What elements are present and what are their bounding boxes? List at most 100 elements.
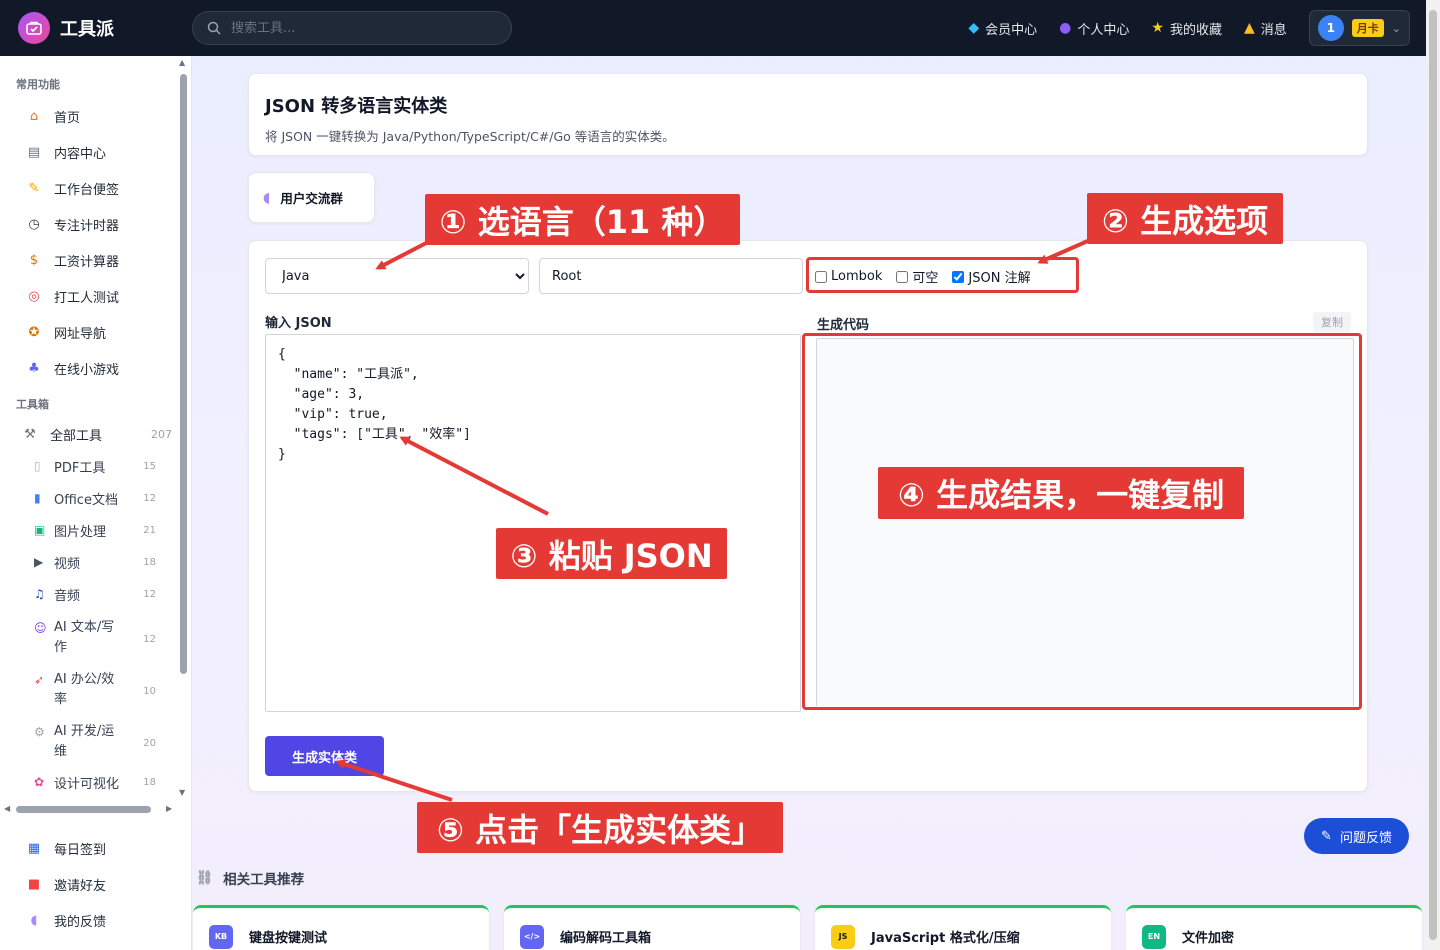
image-icon: ▣ — [34, 523, 46, 537]
sidebar-cat-office[interactable]: ▮ Office文档 12 — [0, 482, 178, 514]
money-bag-icon: $ — [29, 252, 39, 268]
link-icon: ⛓ — [196, 870, 214, 886]
brand-name: 工具派 — [60, 19, 114, 40]
json-input-textarea[interactable]: { "name": "工具派", "age": 3, "vip": true, … — [265, 334, 801, 712]
sidebar-hscroll-thumb[interactable] — [16, 806, 151, 813]
sidebar-cat-video[interactable]: ▶ 视频 18 — [0, 546, 178, 578]
annotation-output-highlight — [802, 333, 1362, 710]
related-tool-keyboard[interactable]: KB 键盘按键测试 — [193, 905, 489, 950]
toolbox-logo-icon — [18, 12, 50, 44]
chevron-down-icon: ⌄ — [1391, 21, 1401, 35]
user-menu[interactable]: 1 月卡 ⌄ — [1308, 10, 1410, 46]
sidebar-item-feedback[interactable]: ◖ 我的反馈 — [0, 902, 192, 938]
output-code-label: 生成代码 — [817, 318, 870, 333]
sidebar-item-checkin[interactable]: ▦ 每日签到 — [0, 830, 192, 866]
annotation-step-1: ① 选语言（11 种） — [425, 194, 740, 245]
sidebar-item-worker-test[interactable]: ◎ 打工人测试 — [0, 278, 178, 314]
related-tool-js-format[interactable]: JS JavaScript 格式化/压缩 — [815, 905, 1111, 950]
annotation-step-3: ③ 粘贴 JSON — [496, 528, 727, 579]
sidebar-item-notes[interactable]: ✎ 工作台便签 — [0, 170, 178, 206]
hammer-wrench-icon: ⚒ — [24, 426, 36, 442]
page-subtitle: 将 JSON 一键转换为 Java/Python/TypeScript/C#/G… — [265, 129, 675, 144]
document-icon: ▮ — [34, 491, 41, 505]
sidebar-item-invite[interactable]: ■ 邀请好友 — [0, 866, 192, 902]
page-scrollbar[interactable] — [1426, 0, 1440, 950]
stopwatch-icon: ◷ — [28, 216, 40, 232]
rocket-icon: ➶ — [34, 673, 45, 687]
all-tools-count: 207 — [151, 427, 172, 441]
sidebar-cat-ai-dev[interactable]: ⚙ AI 开发/运维 20 — [0, 714, 178, 766]
generate-entity-button[interactable]: 生成实体类 — [265, 736, 384, 776]
newspaper-icon: ▤ — [27, 144, 41, 160]
calendar-icon: ▦ — [27, 840, 41, 856]
bell-icon: ▲ — [1243, 20, 1255, 36]
page-title: JSON 转多语言实体类 — [265, 96, 448, 117]
nav-vip-center[interactable]: ◆ 会员中心 — [968, 19, 1037, 38]
sidebar-cat-ai-office[interactable]: ➶ AI 办公/效率 10 — [0, 662, 178, 714]
music-note-icon: ♫ — [34, 587, 45, 601]
sidebar: 常用功能 ⌂ 首页 ▤ 内容中心 ✎ 工作台便签 ◷ 专注计时器 $ 工资计算器 ◎ 打工人… — [0, 56, 192, 950]
sidebar-scroll-thumb[interactable] — [180, 74, 187, 674]
related-tool-encrypt[interactable]: EN 文件加密 — [1126, 905, 1422, 950]
sidebar-cat-image[interactable]: ▣ 图片处理 21 — [0, 514, 178, 546]
search-input[interactable] — [231, 20, 471, 36]
nav-messages[interactable]: ▲ 消息 — [1244, 19, 1287, 38]
house-icon: ⌂ — [29, 108, 39, 124]
feedback-button[interactable]: ✎ 问题反馈 — [1304, 818, 1409, 854]
speech-bubble-icon: ◖ — [263, 189, 271, 206]
sidebar-scroll-area[interactable]: 常用功能 ⌂ 首页 ▤ 内容中心 ✎ 工作台便签 ◷ 专注计时器 $ 工资计算器 ◎ 打工人… — [0, 56, 178, 796]
search-box[interactable] — [192, 11, 512, 45]
sidebar-bottom: ▦ 每日签到 ■ 邀请好友 ◖ 我的反馈 — [0, 830, 192, 938]
top-nav: ◆ 会员中心 ● 个人中心 ★ 我的收藏 ▲ 消息 1 月卡 ⌄ — [968, 10, 1410, 46]
sidebar-cat-audio[interactable]: ♫ 音频 12 — [0, 578, 178, 610]
nav-favorites[interactable]: ★ 我的收藏 — [1151, 19, 1222, 38]
robot-icon: ☺ — [34, 621, 47, 635]
compass-icon: ✪ — [28, 324, 40, 340]
javascript-icon: JS — [831, 924, 855, 949]
diamond-icon: ◆ — [968, 20, 980, 36]
annotation-options-highlight — [806, 257, 1079, 293]
clapper-icon: ▶ — [34, 555, 44, 569]
sidebar-item-games[interactable]: ♣ 在线小游戏 — [0, 350, 178, 386]
palette-icon: ✿ — [34, 775, 45, 789]
class-name-input[interactable] — [539, 258, 803, 294]
brand-logo[interactable]: 工具派 — [18, 12, 114, 44]
sidebar-item-timer[interactable]: ◷ 专注计时器 — [0, 206, 178, 242]
sidebar-cat-pdf[interactable]: ▯ PDF工具 15 — [0, 450, 178, 482]
sidebar-item-all-tools[interactable]: ⚒ 全部工具 207 — [0, 418, 178, 450]
nav-profile[interactable]: ● 个人中心 — [1059, 19, 1129, 38]
sidebar-item-salary[interactable]: $ 工资计算器 — [0, 242, 178, 278]
annotation-step-5: ⑤ 点击「生成实体类」 — [417, 802, 783, 853]
user-group-button[interactable]: ◖ 用户交流群 — [248, 172, 375, 223]
keyboard-icon: KB — [209, 924, 233, 949]
memo-icon: ✎ — [28, 180, 40, 196]
avatar: 1 — [1317, 15, 1344, 41]
page-header-card: JSON 转多语言实体类 将 JSON 一键转换为 Java/Python/Ty… — [248, 73, 1368, 156]
language-select[interactable]: Java — [265, 258, 529, 294]
section-common: 常用功能 — [16, 78, 60, 91]
annotation-step-2: ② 生成选项 — [1087, 193, 1283, 244]
page-scroll-thumb[interactable] — [1429, 10, 1437, 940]
copy-button[interactable]: 复制 — [1313, 312, 1351, 332]
lock-icon: EN — [1142, 924, 1166, 949]
sidebar-vertical-scrollbar[interactable]: ▲ ▼ — [178, 56, 190, 797]
related-tool-codec[interactable]: </> 编码解码工具箱 — [504, 905, 800, 950]
sidebar-cat-design[interactable]: ✿ 设计可视化 18 — [0, 766, 178, 796]
memo-icon: ✎ — [1321, 828, 1332, 844]
search-icon — [207, 21, 221, 35]
related-tools-heading: ⛓ 相关工具推荐 — [196, 870, 305, 888]
user-icon: ● — [1059, 20, 1072, 36]
code-icon: </> — [520, 924, 544, 949]
gamepad-icon: ♣ — [28, 360, 40, 376]
sidebar-item-home[interactable]: ⌂ 首页 — [0, 98, 178, 134]
annotation-step-4: ④ 生成结果，一键复制 — [878, 467, 1244, 519]
plan-badge: 月卡 — [1351, 19, 1384, 37]
sidebar-item-content[interactable]: ▤ 内容中心 — [0, 134, 178, 170]
sidebar-cat-ai-writing[interactable]: ☺ AI 文本/写作 12 — [0, 610, 178, 662]
speech-bubble-icon: ◖ — [30, 912, 38, 928]
sidebar-horizontal-scrollbar[interactable]: ◀ ▶ — [4, 804, 176, 814]
pdf-file-icon: ▯ — [34, 459, 41, 473]
sidebar-item-nav[interactable]: ✪ 网址导航 — [0, 314, 178, 350]
star-icon: ★ — [1151, 20, 1164, 36]
input-json-label: 输入 JSON — [265, 316, 332, 331]
